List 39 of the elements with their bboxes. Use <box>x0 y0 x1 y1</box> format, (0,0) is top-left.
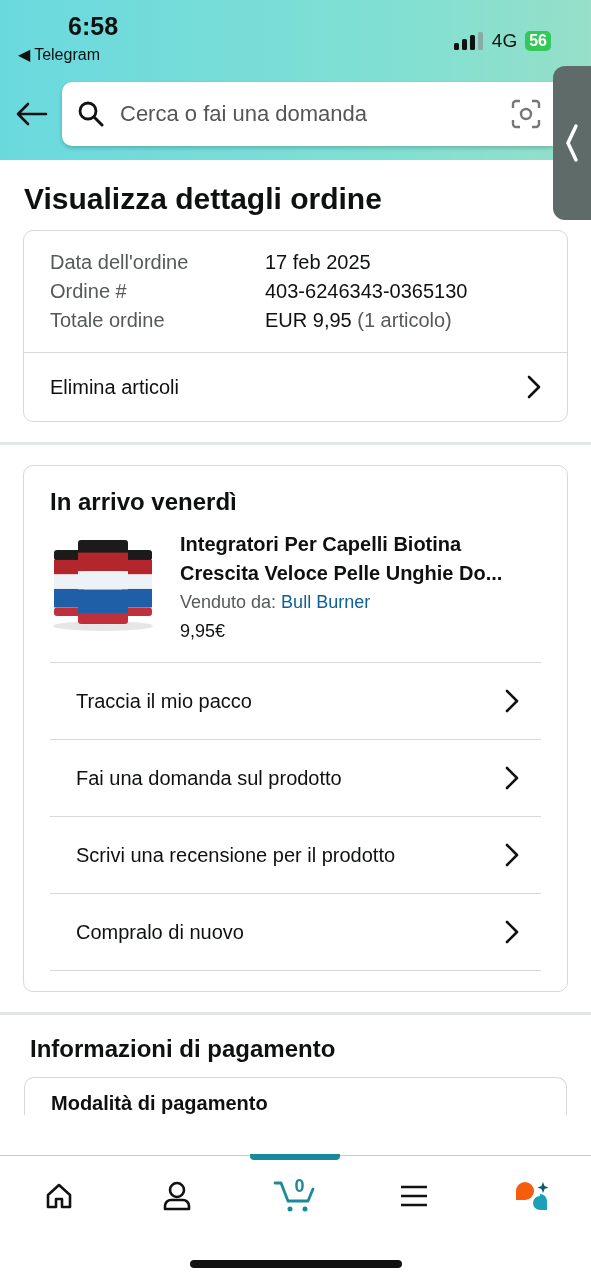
action-row[interactable]: Scrivi una recensione per il prodotto <box>50 816 541 893</box>
account-icon <box>162 1180 193 1212</box>
back-to-app-link[interactable]: ◀ Telegram <box>18 45 119 64</box>
search-icon <box>78 101 104 127</box>
field-label: Ordine # <box>50 280 128 303</box>
seller-text: Venduto da: Bull Burner <box>180 592 372 613</box>
side-panel-handle[interactable] <box>553 66 591 220</box>
search-input[interactable]: Cerca o fai una domanda <box>118 100 497 128</box>
chevron-right-icon <box>505 689 519 713</box>
chevron-left-icon <box>565 123 579 163</box>
clock: 6:58 <box>68 12 119 41</box>
seller-link[interactable]: Bull Burner <box>281 592 371 612</box>
field-value: 403-6246343-0365130 <box>265 280 469 303</box>
product-price: 9,95€ <box>180 621 227 642</box>
field-label: Data dell'ordine <box>50 251 190 274</box>
action-row[interactable]: Traccia il mio pacco <box>50 662 541 739</box>
field-value: 17 feb 2025 <box>265 251 372 274</box>
chevron-right-icon <box>505 843 519 867</box>
search-field[interactable]: Cerca o fai una domanda <box>62 82 553 146</box>
network-type: 4G <box>491 30 518 52</box>
action-row[interactable]: Compralo di nuovo <box>50 893 541 971</box>
section-heading: Informazioni di pagamento <box>30 1035 337 1063</box>
delete-items-link[interactable]: Elimina articoli <box>24 352 567 421</box>
field-value: EUR 9,95 (1 articolo) <box>265 309 453 332</box>
signal-icon <box>453 32 484 50</box>
chevron-right-icon <box>527 375 541 399</box>
battery-level: 56 <box>525 31 551 51</box>
cart-count: 0 <box>294 1176 305 1197</box>
camera-icon[interactable] <box>511 99 541 129</box>
back-arrow-icon[interactable] <box>16 102 48 126</box>
chevron-right-icon <box>505 766 519 790</box>
chevron-right-icon <box>505 920 519 944</box>
menu-icon <box>398 1184 429 1208</box>
card-heading: Modalità di pagamento <box>51 1092 268 1114</box>
page-title: Visualizza dettagli ordine <box>24 182 383 216</box>
field-label: Totale ordine <box>50 309 166 332</box>
action-row[interactable]: Fai una domanda sul prodotto <box>50 739 541 816</box>
delivery-heading: In arrivo venerdì <box>50 488 238 516</box>
product-title[interactable]: Integratori Per Capelli Biotina Crescita Veloce Pelle Unghie Do... <box>180 530 503 588</box>
